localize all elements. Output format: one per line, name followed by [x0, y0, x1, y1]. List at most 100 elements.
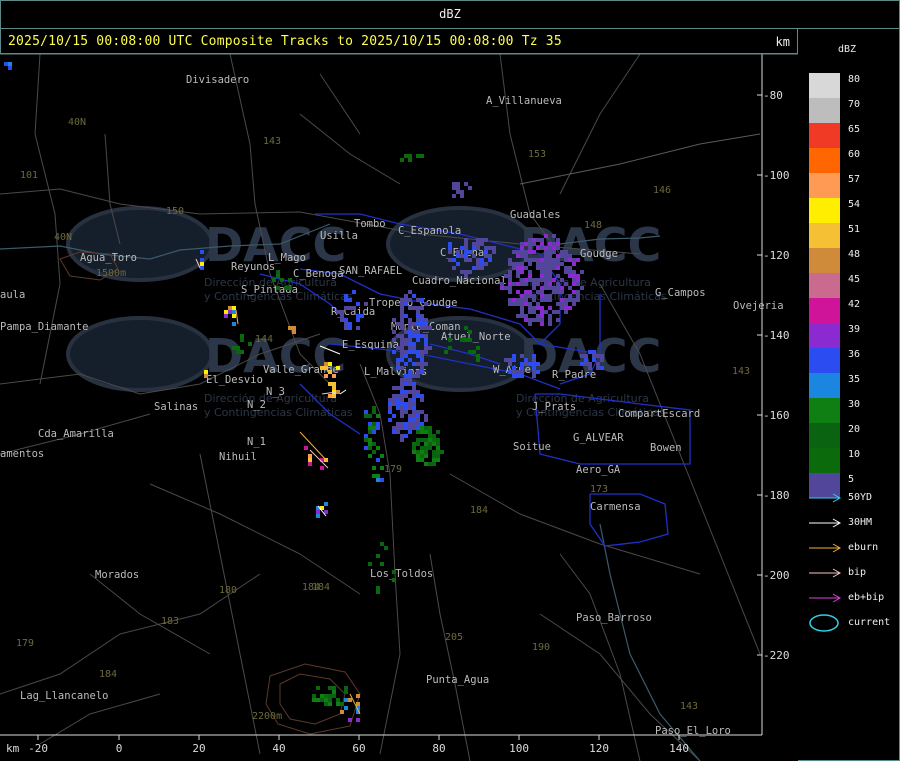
place-label: G_Campos: [655, 287, 706, 299]
place-label: amentos: [0, 448, 44, 460]
road-number-label: 40N: [68, 117, 86, 128]
y-tick-label: -160: [763, 409, 790, 422]
road-number-label: 184: [99, 669, 117, 680]
place-label: Paso_Barroso: [576, 612, 652, 624]
x-tick-label: 40: [272, 742, 285, 755]
legend-value-label: 42: [848, 299, 861, 310]
track-arrow-icon: [809, 518, 842, 528]
road-number-label: 101: [20, 170, 38, 181]
road-number-label: 144: [255, 334, 273, 345]
x-axis-unit: km: [6, 742, 20, 755]
legend-track-label: eburn: [848, 542, 879, 553]
radar-viewer: dBZ 2025/10/15 00:08:00 UTC Composite Tr…: [0, 0, 900, 761]
place-label: Paso_El_Loro: [655, 725, 731, 737]
y-tick-label: -140: [763, 329, 790, 342]
place-label: Punta_Agua: [426, 674, 489, 686]
legend-swatch-60: [809, 148, 840, 173]
top-unit-label: km: [775, 35, 790, 49]
road-number-label: 143: [732, 366, 750, 377]
place-label: Salinas: [154, 401, 198, 413]
place-label: El_Desvio: [206, 374, 263, 386]
legend-value-label: 30: [848, 399, 861, 410]
legend-track-label: eb+bip: [848, 592, 885, 603]
y-tick-label: -100: [763, 169, 790, 182]
legend-swatch-30: [809, 398, 840, 423]
place-label: N_1: [247, 436, 266, 448]
x-tick-label: 0: [116, 742, 123, 755]
y-tick-label: -200: [763, 569, 790, 582]
legend-swatch-45: [809, 273, 840, 298]
legend-value-label: 57: [848, 174, 861, 185]
place-label: Los_Toldos: [370, 568, 433, 580]
place-label: N_3: [266, 386, 285, 398]
legend-track-label: bip: [848, 567, 867, 578]
road-number-label: 148: [584, 220, 602, 231]
x-tick-label: 140: [669, 742, 689, 755]
track-arrow-icon: [809, 493, 842, 503]
legend-track-label: 30HM: [848, 517, 873, 528]
legend-swatch-42: [809, 298, 840, 323]
place-label: N_2: [247, 399, 266, 411]
legend-value-label: 36: [848, 349, 861, 360]
x-tick-label: 120: [589, 742, 609, 755]
place-label: Morados: [95, 569, 139, 581]
place-label: A_Villanueva: [486, 95, 562, 107]
elevation-label: 1500m: [96, 268, 126, 279]
track-arrow-icon: [809, 568, 842, 578]
place-label: Pampa_Diamante: [0, 321, 89, 333]
legend-swatch-48: [809, 248, 840, 273]
legend-swatch-65: [809, 123, 840, 148]
place-label: J_Prats: [532, 401, 576, 413]
road-number-label: 180: [219, 585, 237, 596]
place-label: aula: [0, 289, 25, 301]
x-tick-label: 100: [509, 742, 529, 755]
legend-value-label: 48: [848, 249, 861, 260]
place-label: G_ALVEAR: [573, 432, 624, 444]
title-bar: 2025/10/15 00:08:00 UTC Composite Tracks…: [0, 28, 798, 54]
legend-value-label: 45: [848, 274, 861, 285]
place-label: Divisadero: [186, 74, 249, 86]
place-label: Guadales: [510, 209, 561, 221]
place-label: E_Esquina: [342, 339, 399, 351]
legend-current-label: current: [848, 617, 891, 628]
track-arrow-icon: [809, 593, 842, 603]
elevation-label: 2200m: [252, 711, 282, 722]
legend-track-label: 50YD: [848, 492, 873, 503]
x-tick-label: 20: [192, 742, 205, 755]
place-label: CompartEscard: [618, 408, 700, 420]
road-number-label: 205: [445, 632, 463, 643]
road-number-label: 179: [16, 638, 34, 649]
legend-title: dBZ: [838, 44, 857, 55]
legend-swatch-39: [809, 323, 840, 348]
legend-swatch-35: [809, 373, 840, 398]
legend-swatch-10: [809, 448, 840, 473]
radar-map[interactable]: DACC Dirección de Agricultura y Continge…: [0, 54, 798, 761]
road-number-label: 40N: [54, 232, 72, 243]
legend-value-label: 35: [848, 374, 861, 385]
legend-swatch-51: [809, 223, 840, 248]
y-tick-label: -120: [763, 249, 790, 262]
current-cell-icon: [809, 614, 839, 632]
place-label: Bowen: [650, 442, 682, 454]
place-label: Nihuil: [219, 451, 257, 463]
place-label: Usilla: [320, 230, 358, 242]
place-label: Aero_GA: [576, 464, 621, 476]
legend-value-label: 5: [848, 474, 855, 485]
y-tick-label: -180: [763, 489, 790, 502]
track-arrow-icon: [809, 543, 842, 553]
place-label: Cuadro_Nacional: [412, 275, 507, 287]
map-title: 2025/10/15 00:08:00 UTC Composite Tracks…: [8, 34, 562, 49]
road-number-label: 179: [384, 464, 402, 475]
x-tick-label: 80: [432, 742, 445, 755]
legend-value-label: 54: [848, 199, 861, 210]
legend-value-label: 20: [848, 424, 861, 435]
place-label: SAN_RAFAEL: [339, 265, 402, 277]
place-label: Soitue: [513, 441, 551, 453]
legend-value-label: 39: [848, 324, 861, 335]
place-label: C_Benoga: [293, 268, 344, 280]
road-number-label: 143: [680, 701, 698, 712]
legend-swatch-54: [809, 198, 840, 223]
place-label: Agua_Toro: [80, 252, 137, 264]
legend-swatch-80: [809, 73, 840, 98]
legend-value-label: 51: [848, 224, 861, 235]
